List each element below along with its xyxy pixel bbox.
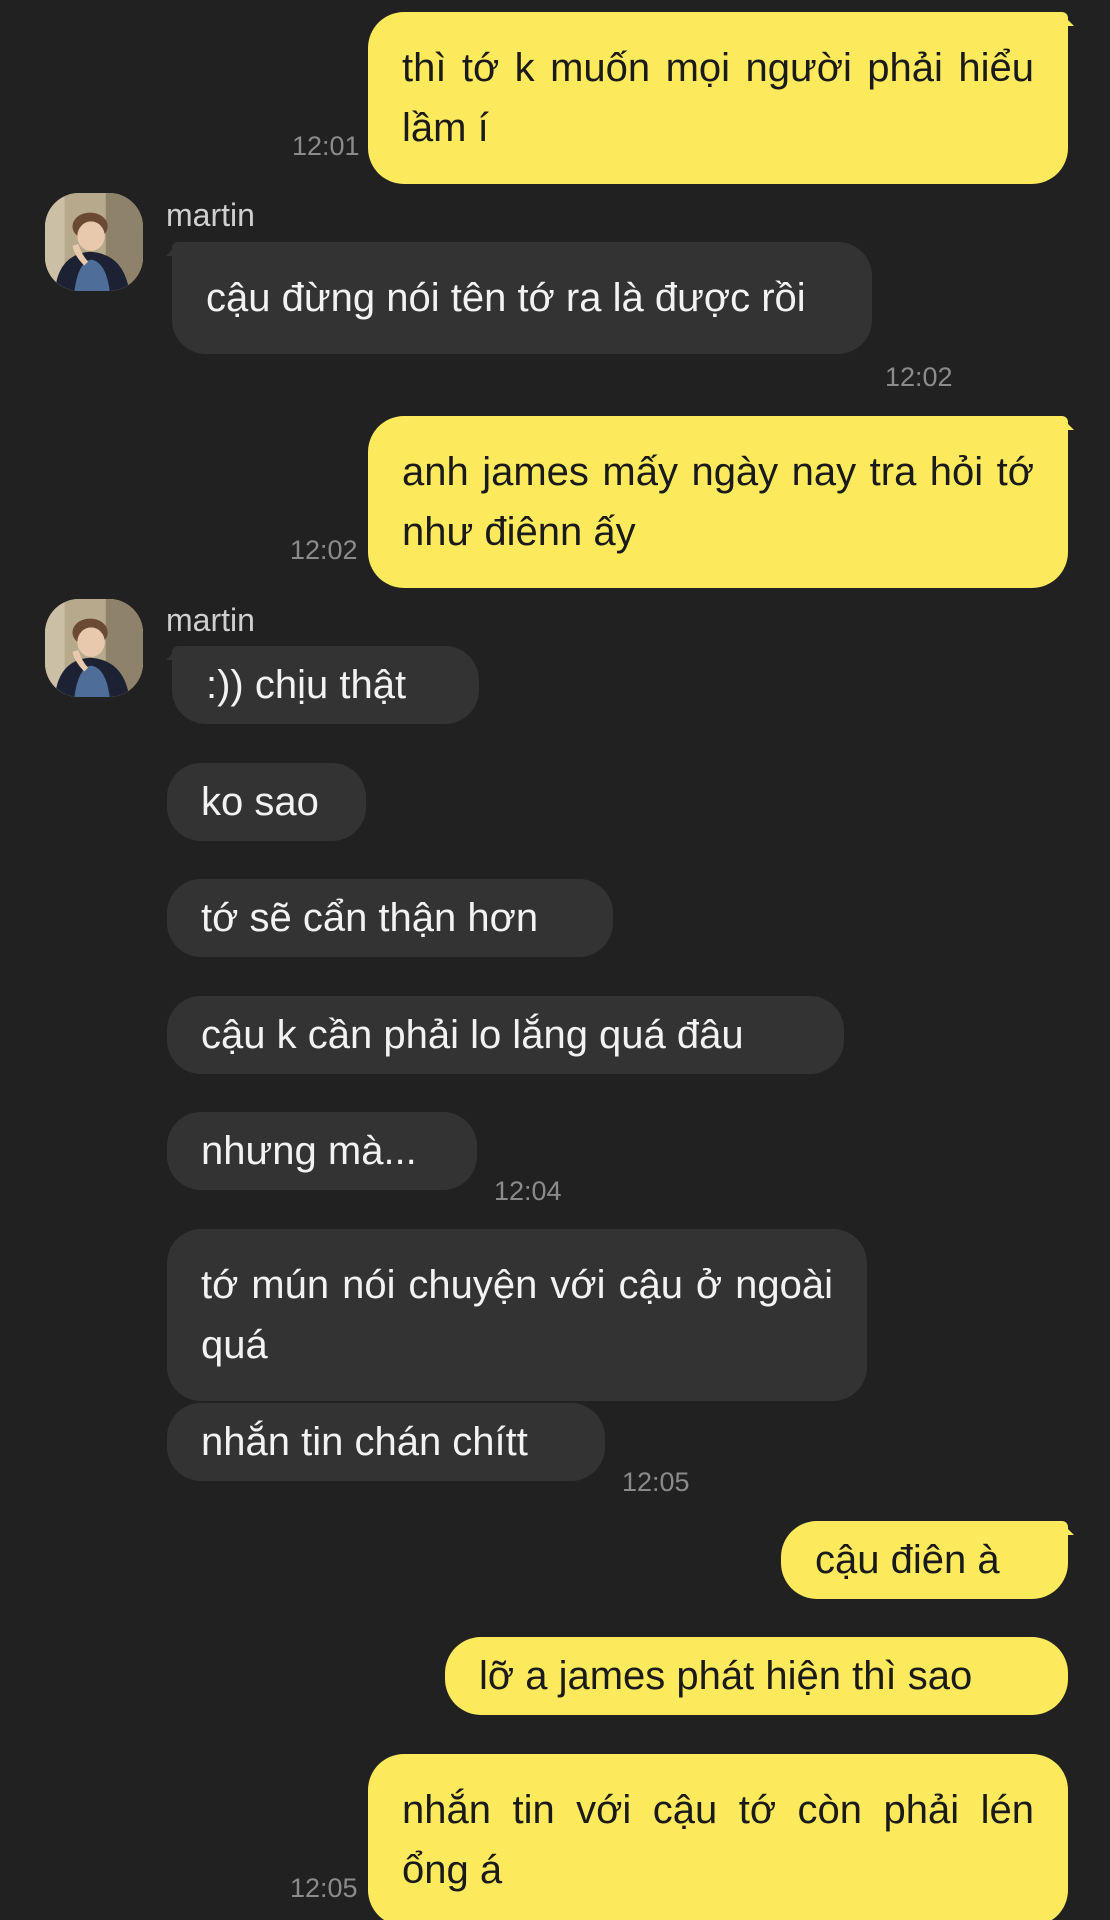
incoming-message-bubble[interactable]: ko sao (167, 763, 366, 841)
message-timestamp: 12:05 (290, 1873, 358, 1903)
message-timestamp: 12:05 (622, 1467, 690, 1497)
message-text: anh james mấy ngày nay tra hỏi tớ như đi… (402, 450, 1034, 554)
message-text: thì tớ k muốn mọi người phải hiểu lầm í (402, 46, 1034, 150)
avatar-image (45, 599, 143, 697)
outgoing-message-bubble[interactable]: anh james mấy ngày nay tra hỏi tớ như đi… (368, 416, 1074, 588)
message-text: cậu k cần phải lo lắng quá đâu (201, 1013, 744, 1057)
message-text: ko sao (201, 780, 319, 824)
incoming-message-bubble[interactable]: cậu đừng nói tên tớ ra là được rồi (166, 242, 872, 354)
outgoing-message-bubble[interactable]: cậu điên à (781, 1521, 1074, 1599)
message-timestamp: 12:02 (290, 535, 358, 565)
avatar[interactable] (45, 599, 143, 697)
incoming-message-bubble[interactable]: nhắn tin chán chítt (167, 1403, 605, 1481)
sender-name: martin (166, 197, 255, 233)
avatar[interactable] (45, 193, 143, 291)
message-text: :)) chịu thật (206, 663, 407, 707)
message-text: tớ mún nói chuyện với cậu ở ngoài quá (201, 1263, 833, 1367)
outgoing-message-bubble[interactable]: nhắn tin với cậu tớ còn phải lén ổng á (368, 1754, 1068, 1920)
message-timestamp: 12:04 (494, 1176, 562, 1206)
outgoing-message-bubble[interactable]: lỡ a james phát hiện thì sao (445, 1637, 1068, 1715)
message-text: cậu điên à (815, 1538, 1000, 1582)
sender-name: martin (166, 602, 255, 638)
message-text: tớ sẽ cẩn thận hơn (201, 896, 539, 940)
message-text: nhắn tin với cậu tớ còn phải lén ổng á (402, 1788, 1034, 1892)
incoming-message-bubble[interactable]: :)) chịu thật (166, 646, 479, 724)
incoming-message-bubble[interactable]: nhưng mà... (167, 1112, 477, 1190)
avatar-image (45, 193, 143, 291)
outgoing-message-bubble[interactable]: thì tớ k muốn mọi người phải hiểu lầm í (368, 12, 1074, 184)
message-text: lỡ a james phát hiện thì sao (479, 1654, 973, 1698)
message-text: cậu đừng nói tên tớ ra là được rồi (206, 276, 806, 320)
message-text: nhưng mà... (201, 1129, 417, 1173)
incoming-message-bubble[interactable]: tớ mún nói chuyện với cậu ở ngoài quá (167, 1229, 867, 1401)
incoming-message-bubble[interactable]: tớ sẽ cẩn thận hơn (167, 879, 613, 957)
message-timestamp: 12:01 (292, 131, 360, 161)
message-timestamp: 12:02 (885, 362, 953, 392)
incoming-message-bubble[interactable]: cậu k cần phải lo lắng quá đâu (167, 996, 844, 1074)
message-text: nhắn tin chán chítt (201, 1420, 528, 1464)
